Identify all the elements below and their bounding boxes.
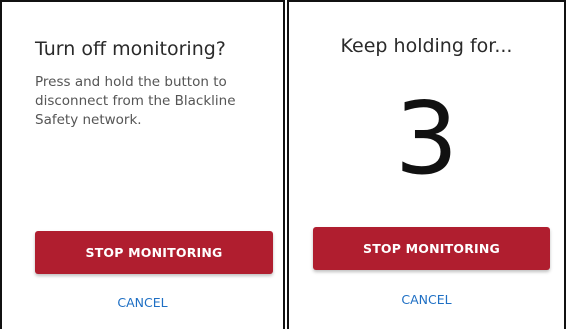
hold-countdown-screen: Keep holding for... 3 STOP MONITORING CA… xyxy=(287,0,566,329)
confirm-title: Turn off monitoring? xyxy=(35,38,226,60)
cancel-button[interactable]: CANCEL xyxy=(289,292,564,307)
countdown-number: 3 xyxy=(394,80,459,197)
stop-monitoring-button[interactable]: STOP MONITORING xyxy=(35,231,273,274)
cancel-button[interactable]: CANCEL xyxy=(2,295,283,310)
device-screens-stage: Turn off monitoring? Press and hold the … xyxy=(0,0,566,329)
stop-monitoring-button[interactable]: STOP MONITORING xyxy=(313,227,550,270)
confirm-screen: Turn off monitoring? Press and hold the … xyxy=(0,0,285,329)
hold-title: Keep holding for... xyxy=(340,35,513,57)
confirm-description: Press and hold the button to disconnect … xyxy=(35,74,236,128)
